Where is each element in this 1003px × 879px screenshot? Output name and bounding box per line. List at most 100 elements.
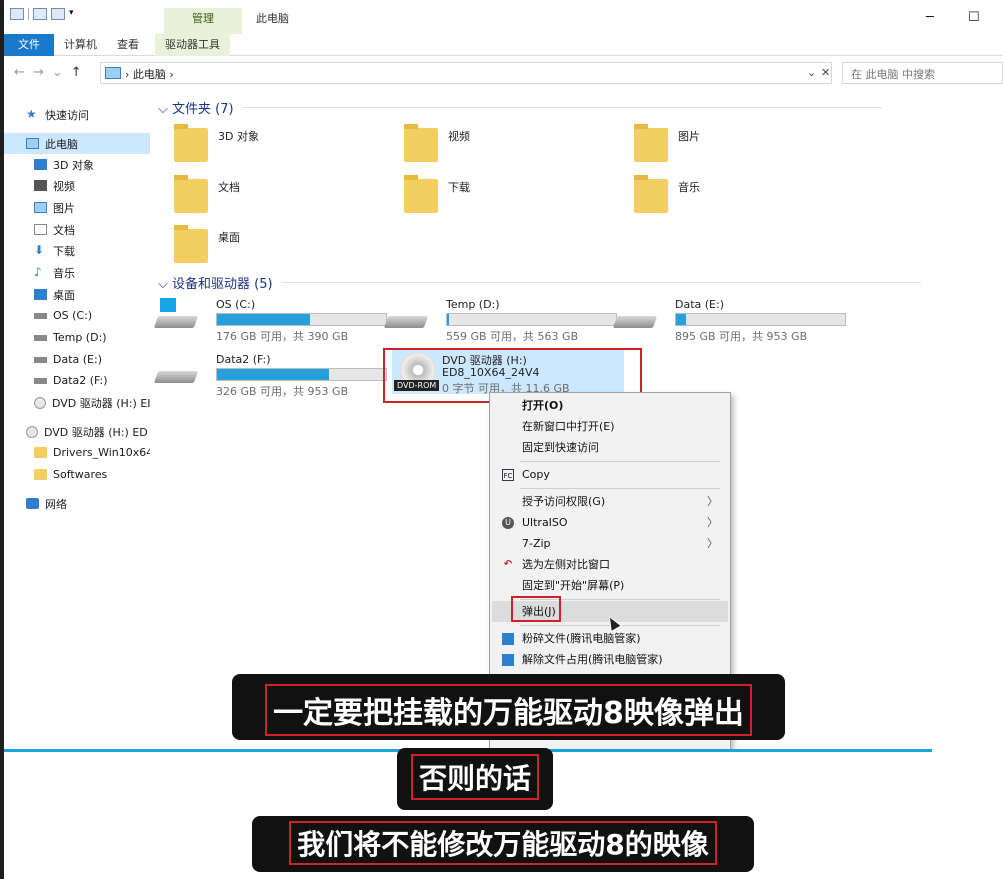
menu-item-pin-start[interactable]: 固定到"开始"屏幕(P) xyxy=(492,575,728,596)
new-folder-icon[interactable] xyxy=(51,8,65,20)
video-folder-icon xyxy=(404,124,438,162)
recent-locations-button[interactable]: ⌄ xyxy=(52,65,71,80)
unlock-icon xyxy=(502,654,514,666)
back-button[interactable]: ← xyxy=(14,65,33,80)
menu-item-pin-quick-access[interactable]: 固定到快速访问 xyxy=(492,437,728,458)
sidebar-item-desktop[interactable]: 桌面 xyxy=(4,284,150,305)
menu-item-ultraiso[interactable]: U UltraISO 〉 xyxy=(492,512,728,533)
sidebar-item-dvd-drive[interactable]: DVD 驱动器 (H:) EI xyxy=(4,392,150,413)
tab-computer[interactable]: 计算机 xyxy=(54,34,107,56)
download-icon: ⬇ xyxy=(34,243,45,257)
sidebar-item-label: Data2 (F:) xyxy=(53,374,108,387)
dvd-icon xyxy=(26,425,38,438)
menu-item-select-left-compare[interactable]: ↶ 选为左侧对比窗口 xyxy=(492,554,728,575)
clear-address-button[interactable]: ✕ xyxy=(821,66,830,79)
drive-usage-fill xyxy=(217,369,329,380)
drive-d[interactable]: Temp (D:) 559 GB 可用，共 563 GB xyxy=(383,298,617,344)
maximize-button[interactable]: ☐ xyxy=(968,10,980,25)
drives-group-header[interactable]: ⌵ 设备和驱动器 (5) xyxy=(158,273,918,292)
drive-free-space: 895 GB 可用，共 953 GB xyxy=(675,330,808,343)
search-input[interactable]: 在 此电脑 中搜索 xyxy=(842,62,1003,84)
music-icon: ♪ xyxy=(34,265,42,279)
sidebar-item-label: 快速访问 xyxy=(45,108,89,122)
menu-item-label: UltraISO xyxy=(522,516,568,529)
ultraiso-icon: U xyxy=(502,517,514,529)
drive-name: OS (C:) xyxy=(216,298,256,311)
folder-label: 3D 对象 xyxy=(218,130,259,143)
computer-icon xyxy=(105,67,121,79)
menu-item-unlock-file[interactable]: 解除文件占用(腾讯电脑管家) xyxy=(492,649,728,670)
sidebar-item-drive-d[interactable]: Temp (D:) xyxy=(4,327,150,348)
folder-music[interactable]: 音乐 xyxy=(634,175,844,221)
sidebar-item-videos[interactable]: 视频 xyxy=(4,175,150,196)
folder-videos[interactable]: 视频 xyxy=(404,124,614,170)
sidebar-item-drive-c[interactable]: OS (C:) xyxy=(4,305,150,326)
drive-c[interactable]: OS (C:) 176 GB 可用，共 390 GB xyxy=(153,298,387,344)
properties-icon[interactable] xyxy=(33,8,47,20)
menu-item-label: 固定到"开始"屏幕(P) xyxy=(522,579,625,592)
menu-item-copy[interactable]: FC Copy xyxy=(492,464,728,485)
sidebar-item-this-pc[interactable]: 此电脑 xyxy=(4,133,150,154)
folder-label: 图片 xyxy=(678,130,700,143)
drive-usage-fill xyxy=(676,314,687,325)
folder-desktop[interactable]: 桌面 xyxy=(174,225,384,271)
address-dropdown-button[interactable]: ⌄ xyxy=(807,66,816,79)
menu-item-grant-access[interactable]: 授予访问权限(G) 〉 xyxy=(492,491,728,512)
sidebar-item-drive-f[interactable]: Data2 (F:) xyxy=(4,370,150,391)
sidebar-item-pictures[interactable]: 图片 xyxy=(4,197,150,218)
hard-drive-icon xyxy=(383,316,429,328)
manage-context-tab[interactable]: 管理 xyxy=(164,8,242,34)
sidebar-item-label: Drivers_Win10x64 xyxy=(53,446,150,459)
folder-label: 音乐 xyxy=(678,181,700,194)
sidebar-item-label: 音乐 xyxy=(53,266,75,280)
customize-toolbar-icon[interactable]: ▾ xyxy=(69,8,83,20)
sidebar-item-label: 网络 xyxy=(45,497,67,511)
tab-drive-tools[interactable]: 驱动器工具 xyxy=(155,33,230,56)
drive-e[interactable]: Data (E:) 895 GB 可用，共 953 GB xyxy=(612,298,846,344)
sidebar-item-softwares-folder[interactable]: Softwares xyxy=(4,464,150,485)
subtitle-line-1: 一定要把挂载的万能驱动8映像弹出 xyxy=(232,674,785,740)
computer-icon[interactable] xyxy=(10,8,24,20)
sidebar-item-label: 3D 对象 xyxy=(53,158,94,172)
folder-pictures[interactable]: 图片 xyxy=(634,124,844,170)
sidebar-item-drive-e[interactable]: Data (E:) xyxy=(4,349,150,370)
folders-group-header[interactable]: ⌵ 文件夹 (7) xyxy=(158,98,878,117)
menu-item-label: 固定到快速访问 xyxy=(522,441,599,454)
tab-view[interactable]: 查看 xyxy=(107,34,149,56)
breadcrumb[interactable]: › 此电脑 › xyxy=(125,66,174,82)
minimize-button[interactable]: ─ xyxy=(926,10,934,25)
drive-usage-bar xyxy=(675,313,846,326)
address-bar[interactable]: › 此电脑 › ⌄ ✕ xyxy=(100,62,832,84)
sidebar-item-label: DVD 驱动器 (H:) ED xyxy=(44,425,148,439)
tab-file[interactable]: 文件 xyxy=(4,33,54,56)
sidebar-item-drivers-folder[interactable]: Drivers_Win10x64 xyxy=(4,442,150,463)
sidebar-item-dvd-drive-root[interactable]: DVD 驱动器 (H:) ED xyxy=(4,421,150,442)
drive-icon xyxy=(34,377,47,384)
download-folder-icon xyxy=(404,175,438,213)
sidebar-item-downloads[interactable]: ⬇ 下载 xyxy=(4,240,150,261)
ribbon-tabs: 文件 计算机 查看 驱动器工具 xyxy=(4,33,1003,56)
sidebar-item-network[interactable]: 网络 xyxy=(4,493,150,514)
sidebar-item-music[interactable]: ♪ 音乐 xyxy=(4,262,150,283)
up-button[interactable]: ↑ xyxy=(71,65,90,80)
sidebar-item-quick-access[interactable]: ★ 快速访问 xyxy=(4,104,150,125)
menu-item-7zip[interactable]: 7-Zip 〉 xyxy=(492,533,728,554)
sidebar-item-label: 视频 xyxy=(53,179,75,193)
sidebar-item-3d-objects[interactable]: 3D 对象 xyxy=(4,154,150,175)
menu-item-open-new-window[interactable]: 在新窗口中打开(E) xyxy=(492,416,728,437)
drive-icon xyxy=(34,356,47,363)
forward-button[interactable]: → xyxy=(33,65,52,80)
menu-item-open[interactable]: 打开(O) xyxy=(492,395,728,416)
folder-documents[interactable]: 文档 xyxy=(174,175,384,221)
sidebar-item-documents[interactable]: 文档 xyxy=(4,219,150,240)
hard-drive-icon xyxy=(153,371,199,383)
folder-downloads[interactable]: 下载 xyxy=(404,175,614,221)
music-folder-icon xyxy=(634,175,668,213)
folder-label: 视频 xyxy=(448,130,470,143)
folder-3d-objects[interactable]: 3D 对象 xyxy=(174,124,384,170)
drive-f[interactable]: Data2 (F:) 326 GB 可用，共 953 GB xyxy=(153,353,387,399)
group-title: 文件夹 (7) xyxy=(172,102,234,117)
navigation-pane: ★ 快速访问 此电脑 3D 对象 视频 图片 文档 ⬇ 下载 ♪ 音乐 桌面 OS (… xyxy=(4,96,150,752)
menu-separator xyxy=(520,461,720,462)
menu-separator xyxy=(520,488,720,489)
